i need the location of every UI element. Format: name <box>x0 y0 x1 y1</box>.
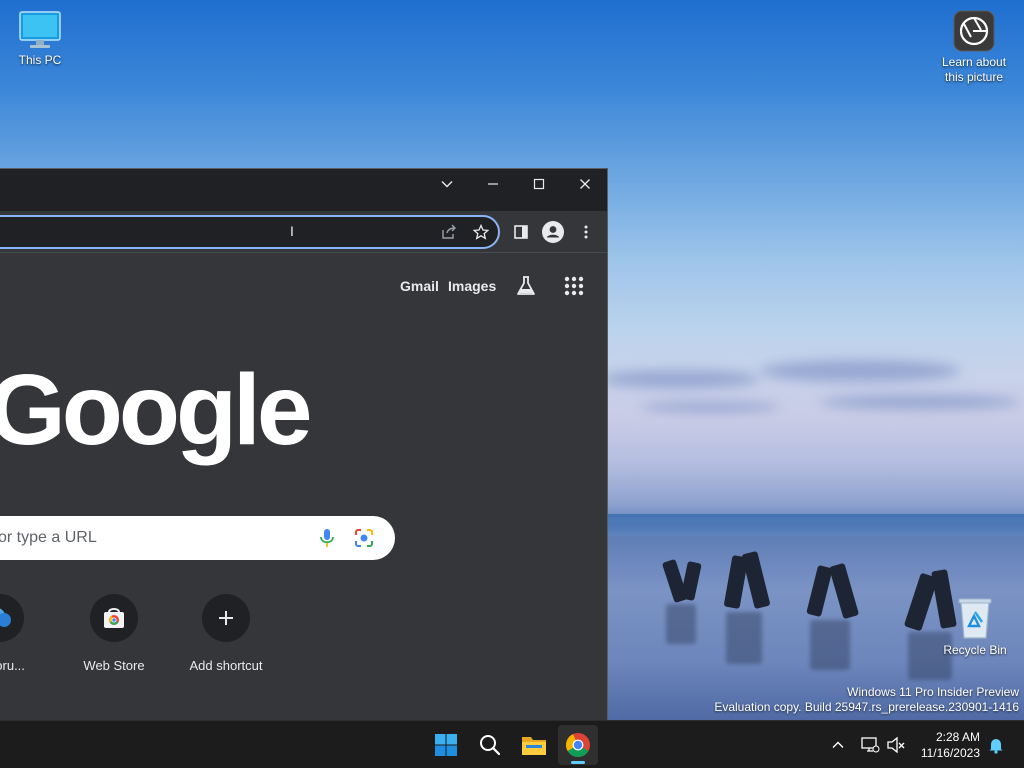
monitor-icon <box>19 11 61 48</box>
shortcut-icon-container <box>0 594 24 642</box>
add-shortcut-tile[interactable]: Add shortcut <box>170 594 282 673</box>
title-bar[interactable] <box>0 169 607 211</box>
file-explorer-button[interactable] <box>514 725 554 765</box>
watermark-line-2: Evaluation copy. Build 25947.rs_prerelea… <box>714 700 1019 714</box>
shortcut-label: Web Store <box>83 658 145 673</box>
desktop-icon-label: This PC <box>18 53 62 67</box>
clock-date: 11/16/2023 <box>920 746 980 760</box>
apps-grid-icon <box>564 276 584 296</box>
voice-search-button[interactable] <box>316 527 338 549</box>
taskbar-clock[interactable]: 2:28 AM 11/16/2023 <box>921 729 980 761</box>
show-hidden-icons-button[interactable] <box>826 733 850 757</box>
minimize-button[interactable] <box>470 169 516 199</box>
shortcut-label: Add shortcut <box>189 658 263 673</box>
profile-button[interactable] <box>539 218 567 246</box>
desktop-icon-this-pc[interactable]: This PC <box>0 10 80 68</box>
watermark-line-1: Windows 11 Pro Insider Preview <box>847 685 1019 699</box>
camera-info-icon <box>953 10 995 52</box>
side-panel-button[interactable] <box>507 218 535 246</box>
shortcut-icon-container <box>90 594 138 642</box>
share-button[interactable] <box>435 218 463 246</box>
new-tab-page: Gmail Images Google or type a URL ru... … <box>0 254 607 720</box>
text-cursor-icon: I <box>290 223 294 239</box>
plus-icon <box>219 611 233 625</box>
address-bar[interactable]: I <box>0 215 500 249</box>
desktop-icon-learn-about-picture[interactable]: Learn about this picture <box>934 10 1014 85</box>
file-explorer-icon <box>522 737 546 755</box>
start-button[interactable] <box>426 725 466 765</box>
desktop-icon-label: Recycle Bin <box>943 643 1007 657</box>
volume-button[interactable] <box>884 733 908 757</box>
labs-button[interactable] <box>514 274 538 298</box>
minimize-icon <box>488 183 498 185</box>
recycle-bin-icon <box>958 598 992 639</box>
more-vert-icon <box>584 225 588 239</box>
close-icon <box>580 179 590 189</box>
search-placeholder: or type a URL <box>0 529 97 546</box>
network-button[interactable] <box>858 733 882 757</box>
notifications-button[interactable] <box>984 733 1008 757</box>
bell-icon <box>989 739 1003 754</box>
ntp-search-box[interactable]: or type a URL <box>0 516 395 560</box>
shortcut-tile[interactable]: E Foru... <box>0 594 56 673</box>
microphone-icon <box>320 529 334 547</box>
maximize-button[interactable] <box>516 169 562 199</box>
desktop-icon-recycle-bin[interactable]: Recycle Bin <box>935 596 1015 658</box>
profile-icon <box>542 221 564 243</box>
google-logo: Google <box>0 354 312 466</box>
gmail-link[interactable]: Gmail <box>400 278 439 294</box>
os-watermark: Windows 11 Pro Insider Preview Evaluatio… <box>714 685 1019 715</box>
running-indicator <box>571 761 585 764</box>
chat-bubbles-icon <box>0 608 11 627</box>
chrome-taskbar-button[interactable] <box>558 725 598 765</box>
taskbar: 2:28 AM 11/16/2023 <box>0 720 1024 768</box>
apps-grid-button[interactable] <box>562 274 586 298</box>
chrome-window: I Gmail Images Google or type a URL ru..… <box>0 168 608 720</box>
camera-lens-icon <box>355 529 373 547</box>
taskbar-search-button[interactable] <box>470 725 510 765</box>
network-icon <box>861 737 880 753</box>
bookmark-star-button[interactable] <box>467 218 495 246</box>
maximize-icon <box>533 178 545 190</box>
images-link[interactable]: Images <box>448 278 496 294</box>
chevron-up-icon <box>832 741 844 748</box>
chrome-icon <box>565 733 590 758</box>
flask-icon <box>517 276 535 295</box>
browser-toolbar: I <box>0 211 607 253</box>
clock-time: 2:28 AM <box>935 730 980 744</box>
tab-search-button[interactable] <box>424 169 470 199</box>
star-icon <box>473 224 489 240</box>
close-button[interactable] <box>562 169 607 199</box>
shortcut-tile[interactable]: Web Store <box>58 594 170 673</box>
lens-search-button[interactable] <box>353 527 375 549</box>
start-icon <box>435 734 457 756</box>
side-panel-icon <box>514 225 528 239</box>
share-icon <box>442 224 456 239</box>
search-icon <box>480 735 501 756</box>
menu-button[interactable] <box>572 218 600 246</box>
chevron-down-icon <box>441 181 453 188</box>
chrome-web-store-icon <box>104 608 124 628</box>
desktop-icon-label: Learn about this picture <box>941 55 1007 84</box>
volume-muted-icon <box>887 736 905 754</box>
shortcut-icon-container <box>202 594 250 642</box>
shortcut-label: E Foru... <box>0 658 25 673</box>
